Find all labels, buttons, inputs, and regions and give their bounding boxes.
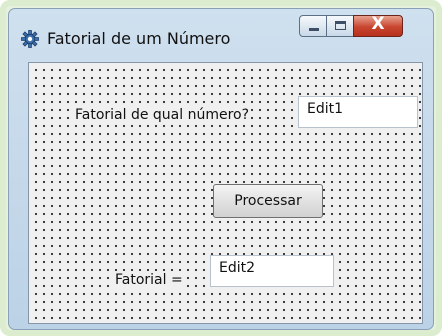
result-label: Fatorial = [113,271,185,289]
process-button[interactable]: Processar [213,184,323,218]
minimize-icon [309,28,319,31]
maximize-icon [335,21,346,30]
minimize-button[interactable] [299,15,327,37]
question-label: Fatorial de qual número? [73,106,252,124]
close-icon: X [371,14,385,34]
form-canvas: Fatorial de qual número? Edit1 Processar… [28,62,423,324]
title-bar[interactable]: Fatorial de um Número X [9,9,433,61]
maximize-button[interactable] [326,15,354,37]
result-output[interactable]: Edit2 [210,255,334,287]
app-window: Fatorial de um Número X Fatorial de qual… [8,8,434,330]
close-button[interactable]: X [353,14,403,37]
number-input[interactable]: Edit1 [298,96,418,128]
gear-icon [20,29,40,49]
window-title: Fatorial de um Número [47,29,231,48]
